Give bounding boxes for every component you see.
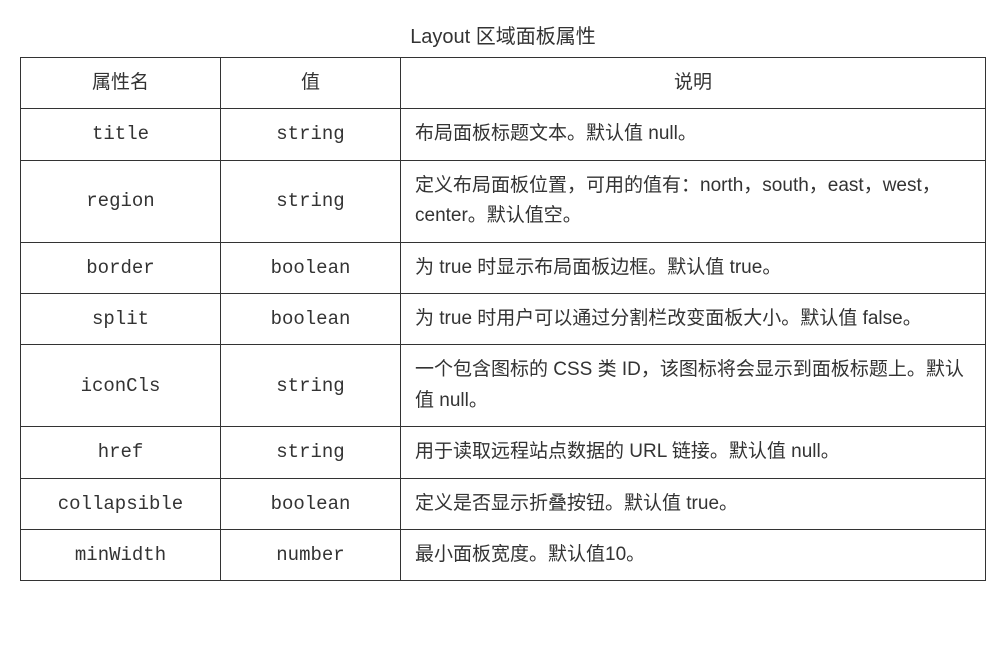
prop-value: string (221, 160, 401, 242)
header-row: 属性名 值 说明 (21, 58, 986, 109)
prop-value: boolean (221, 478, 401, 529)
table-row: minWidthnumber最小面板宽度。默认值10。 (21, 529, 986, 580)
table-row: hrefstring用于读取远程站点数据的 URL 链接。默认值 null。 (21, 427, 986, 478)
table-row: splitboolean为 true 时用户可以通过分割栏改变面板大小。默认值 … (21, 293, 986, 344)
prop-name: href (21, 427, 221, 478)
prop-desc: 最小面板宽度。默认值10。 (401, 529, 986, 580)
prop-name: split (21, 293, 221, 344)
prop-name: minWidth (21, 529, 221, 580)
table-caption: Layout 区域面板属性 (20, 20, 986, 49)
header-value: 值 (221, 58, 401, 109)
prop-name: region (21, 160, 221, 242)
prop-value: boolean (221, 242, 401, 293)
prop-value: boolean (221, 293, 401, 344)
table-row: titlestring布局面板标题文本。默认值 null。 (21, 109, 986, 160)
prop-desc: 定义是否显示折叠按钮。默认值 true。 (401, 478, 986, 529)
table-row: collapsibleboolean定义是否显示折叠按钮。默认值 true。 (21, 478, 986, 529)
prop-desc: 为 true 时显示布局面板边框。默认值 true。 (401, 242, 986, 293)
prop-desc: 布局面板标题文本。默认值 null。 (401, 109, 986, 160)
header-name: 属性名 (21, 58, 221, 109)
table-row: regionstring定义布局面板位置，可用的值有：north，south，e… (21, 160, 986, 242)
header-desc: 说明 (401, 58, 986, 109)
prop-name: collapsible (21, 478, 221, 529)
prop-desc: 为 true 时用户可以通过分割栏改变面板大小。默认值 false。 (401, 293, 986, 344)
prop-desc: 用于读取远程站点数据的 URL 链接。默认值 null。 (401, 427, 986, 478)
prop-name: title (21, 109, 221, 160)
properties-table: 属性名 值 说明 titlestring布局面板标题文本。默认值 null。re… (20, 57, 986, 581)
table-row: iconClsstring一个包含图标的 CSS 类 ID，该图标将会显示到面板… (21, 345, 986, 427)
prop-desc: 一个包含图标的 CSS 类 ID，该图标将会显示到面板标题上。默认值 null。 (401, 345, 986, 427)
prop-value: string (221, 345, 401, 427)
prop-name: border (21, 242, 221, 293)
prop-value: number (221, 529, 401, 580)
prop-desc: 定义布局面板位置，可用的值有：north，south，east，west，cen… (401, 160, 986, 242)
prop-name: iconCls (21, 345, 221, 427)
prop-value: string (221, 109, 401, 160)
table-row: borderboolean为 true 时显示布局面板边框。默认值 true。 (21, 242, 986, 293)
prop-value: string (221, 427, 401, 478)
